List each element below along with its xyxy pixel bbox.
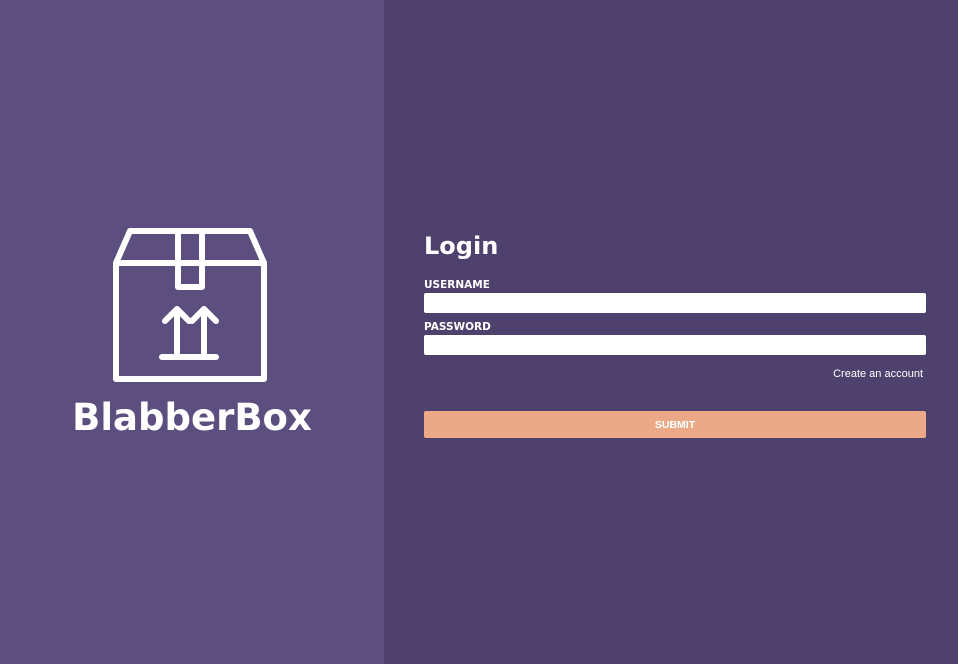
- submit-button[interactable]: SUBMIT: [424, 411, 926, 438]
- brand-panel: BlabberBox: [0, 0, 384, 664]
- login-form: Login USERNAME PASSWORD Create an accoun…: [424, 230, 926, 438]
- create-account-row: Create an account: [424, 364, 926, 382]
- password-input[interactable]: [424, 335, 926, 355]
- create-account-link[interactable]: Create an account: [833, 368, 923, 380]
- page-title: Login: [424, 232, 499, 260]
- password-label: PASSWORD: [424, 321, 491, 333]
- package-box-icon: [113, 228, 267, 382]
- username-input[interactable]: [424, 293, 926, 313]
- brand-name: BlabberBox: [72, 396, 312, 439]
- login-panel: Login USERNAME PASSWORD Create an accoun…: [384, 0, 958, 664]
- username-label: USERNAME: [424, 279, 490, 291]
- app-root: BlabberBox Login USERNAME PASSWORD Creat…: [0, 0, 958, 664]
